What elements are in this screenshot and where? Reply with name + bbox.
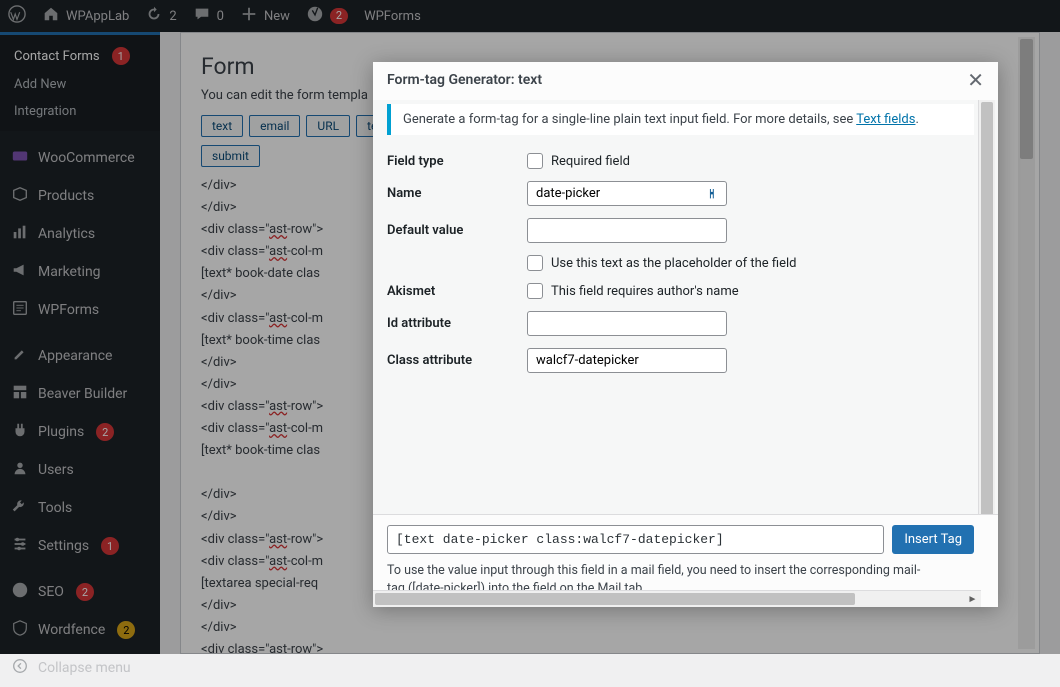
collapse-label: Collapse menu — [38, 660, 131, 676]
akismet-check-label: This field requires author's name — [551, 284, 739, 299]
insert-tag-button[interactable]: Insert Tag — [892, 525, 974, 554]
class-attribute-input[interactable] — [527, 348, 727, 373]
collapse-icon — [10, 657, 30, 679]
modal-header: Form-tag Generator: text ✕ — [373, 62, 998, 100]
required-label: Required field — [551, 154, 630, 169]
scroll-right-arrow[interactable]: ► — [964, 591, 981, 607]
info-text-post: . — [915, 112, 918, 127]
placeholder-checkbox[interactable] — [527, 255, 543, 271]
form-tag-generator-modal: Form-tag Generator: text ✕ Generate a fo… — [373, 62, 998, 607]
id-attribute-input[interactable] — [527, 311, 727, 336]
akismet-label: Akismet — [387, 284, 527, 299]
modal-title: Form-tag Generator: text — [387, 72, 542, 88]
scrollbar-thumb[interactable] — [375, 593, 855, 605]
class-attribute-label: Class attribute — [387, 353, 527, 368]
scrollbar-thumb[interactable] — [981, 102, 993, 514]
modal-vertical-scrollbar[interactable] — [978, 100, 995, 514]
akismet-checkbox[interactable] — [527, 283, 543, 299]
required-checkbox[interactable] — [527, 153, 543, 169]
modal-close-button[interactable]: ✕ — [967, 68, 984, 92]
text-fields-link[interactable]: Text fields — [856, 112, 915, 127]
modal-body: Generate a form-tag for a single-line pl… — [373, 100, 998, 514]
id-attribute-label: Id attribute — [387, 316, 527, 331]
info-text-pre: Generate a form-tag for a single-line pl… — [403, 112, 856, 127]
placeholder-label: Use this text as the placeholder of the … — [551, 256, 796, 271]
name-input[interactable] — [527, 181, 727, 206]
default-value-label: Default value — [387, 223, 527, 238]
field-type-label: Field type — [387, 154, 527, 169]
modal-horizontal-scrollbar[interactable]: ◄ ► — [373, 590, 981, 607]
name-label: Name — [387, 186, 527, 201]
collapse-menu-button[interactable]: Collapse menu — [0, 649, 160, 687]
modal-info-box: Generate a form-tag for a single-line pl… — [387, 104, 974, 135]
lastpass-icon[interactable]: |•| — [709, 187, 713, 200]
generated-tag-output[interactable] — [387, 525, 884, 554]
default-value-input[interactable] — [527, 218, 727, 243]
